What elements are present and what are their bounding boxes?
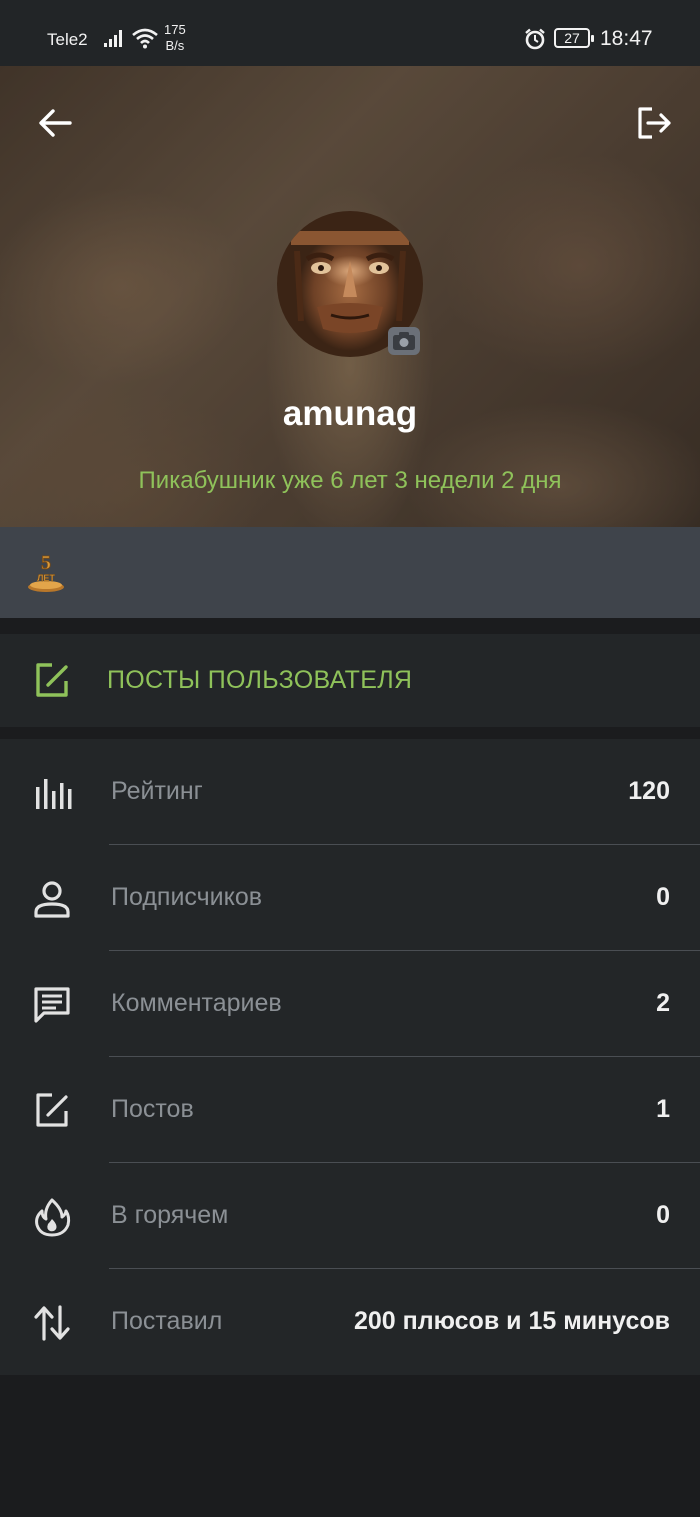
stat-row-subscribers: Подписчиков 0 [0, 845, 700, 951]
person-icon [34, 881, 70, 918]
wifi-icon [132, 28, 158, 49]
signal-icon [104, 30, 122, 47]
stat-value: 200 плюсов и 15 минусов [353, 1307, 670, 1335]
back-arrow-icon[interactable] [36, 104, 74, 142]
clock: 18:47 [600, 27, 653, 50]
stat-row-hot: В горячем 0 [0, 1163, 700, 1269]
stat-value: 0 [656, 883, 670, 911]
edit-icon [36, 663, 68, 697]
stat-label: Подписчиков [111, 883, 263, 911]
status-bar: Tele2 175 B/s 27 18:47 [0, 0, 700, 66]
stat-label: Комментариев [111, 989, 282, 1017]
stat-label: Поставил [111, 1307, 223, 1335]
stat-row-votes: Поставил 200 плюсов и 15 минусов [0, 1269, 700, 1375]
svg-text:ЛЕТ: ЛЕТ [37, 573, 55, 583]
svg-text:5: 5 [41, 552, 51, 574]
carrier-label: Tele2 [47, 30, 88, 49]
edit-icon [36, 1093, 68, 1127]
5-years-award-icon[interactable]: 5 ЛЕТ [25, 550, 67, 594]
membership-duration: Пикабушник уже 6 лет 3 недели 2 дня [138, 467, 562, 494]
stat-value: 1 [656, 1095, 670, 1123]
user-posts-button[interactable]: ПОСТЫ ПОЛЬЗОВАТЕЛЯ [0, 634, 700, 727]
logout-icon[interactable] [634, 103, 674, 143]
awards-strip [0, 527, 700, 618]
username: amunag [282, 394, 418, 433]
stat-value: 120 [628, 777, 670, 805]
fire-icon [35, 1198, 71, 1237]
alarm-icon [525, 28, 545, 50]
stat-value: 2 [656, 989, 670, 1017]
stat-row-rating: Рейтинг 120 [0, 739, 700, 845]
camera-icon[interactable] [387, 326, 421, 356]
stats-list: Рейтинг 120 Подписчиков 0 Комментариев 2… [0, 739, 700, 1375]
speed-value: 175 [164, 22, 186, 37]
stat-row-comments: Комментариев 2 [0, 951, 700, 1057]
stat-row-posts: Постов 1 [0, 1057, 700, 1163]
bar-chart-icon [36, 779, 72, 809]
profile-header: amunag Пикабушник уже 6 лет 3 недели 2 д… [0, 66, 700, 527]
stat-label: Рейтинг [111, 777, 203, 805]
stat-value: 0 [656, 1201, 670, 1229]
stat-label: Постов [111, 1095, 194, 1123]
battery-indicator: 27 [554, 28, 594, 48]
stat-label: В горячем [111, 1201, 229, 1229]
comment-icon [34, 987, 70, 1023]
network-speed: 175 B/s [164, 22, 186, 54]
speed-unit: B/s [165, 38, 185, 53]
up-down-arrows-icon [34, 1305, 70, 1341]
user-posts-label: ПОСТЫ ПОЛЬЗОВАТЕЛЯ [107, 666, 413, 694]
